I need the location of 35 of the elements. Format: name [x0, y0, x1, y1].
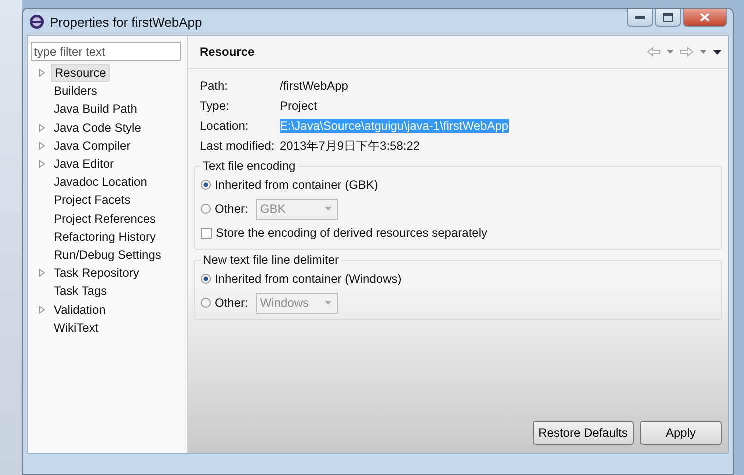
tree-item[interactable]: Refactoring History [51, 228, 160, 245]
tree-item[interactable]: Project Facets [51, 192, 134, 208]
tree-item[interactable]: Task Tags [51, 283, 110, 300]
property-label: Type: [200, 99, 230, 113]
tree-item[interactable]: Run/Debug Settings [51, 246, 164, 263]
property-value: Project [280, 99, 318, 113]
option-label: Inherited from container (GBK) [215, 178, 378, 192]
page-title: Resource [200, 45, 255, 59]
group-title: New text file line delimiter [202, 253, 340, 267]
property-value: E:\Java\Source\atguigu\java-1\firstWebApp [280, 119, 509, 133]
tree-item[interactable]: Resource [51, 64, 110, 82]
tree-item[interactable]: Java Build Path [51, 101, 140, 118]
filter-field[interactable]: type filter text [31, 42, 181, 61]
tree-item[interactable]: Project References [51, 210, 160, 227]
tree-item[interactable]: WikiText [51, 320, 102, 336]
tree-item[interactable]: Java Code Style [51, 120, 144, 136]
property-value: /firstWebApp [280, 79, 348, 93]
property-value: 2013年7月9日下午3:58:22 [280, 138, 420, 154]
property-label: Last modified: [200, 139, 276, 153]
tree-item[interactable]: Java Editor [51, 156, 118, 172]
tree-item[interactable]: Javadoc Location [51, 174, 150, 190]
group-title: Text file encoding [202, 159, 297, 173]
option-label: Other: [215, 202, 248, 216]
property-label: Path: [200, 79, 230, 93]
tree-item[interactable]: Validation [51, 302, 109, 318]
option-label: Store the encoding of derived resources separately [216, 226, 488, 240]
dialog-button[interactable]: Apply [640, 421, 722, 445]
tree-item[interactable]: Task Repository [51, 265, 142, 282]
dialog-button[interactable]: Restore Defaults [532, 421, 634, 445]
tree-item[interactable]: Java Compiler [51, 138, 134, 154]
option-label: Inherited from container (Windows) [215, 272, 402, 286]
option-label: Other: [215, 296, 248, 310]
tree-item[interactable]: Builders [51, 83, 100, 100]
window-title: Properties for firstWebApp [50, 14, 202, 30]
property-label: Location: [200, 119, 250, 133]
